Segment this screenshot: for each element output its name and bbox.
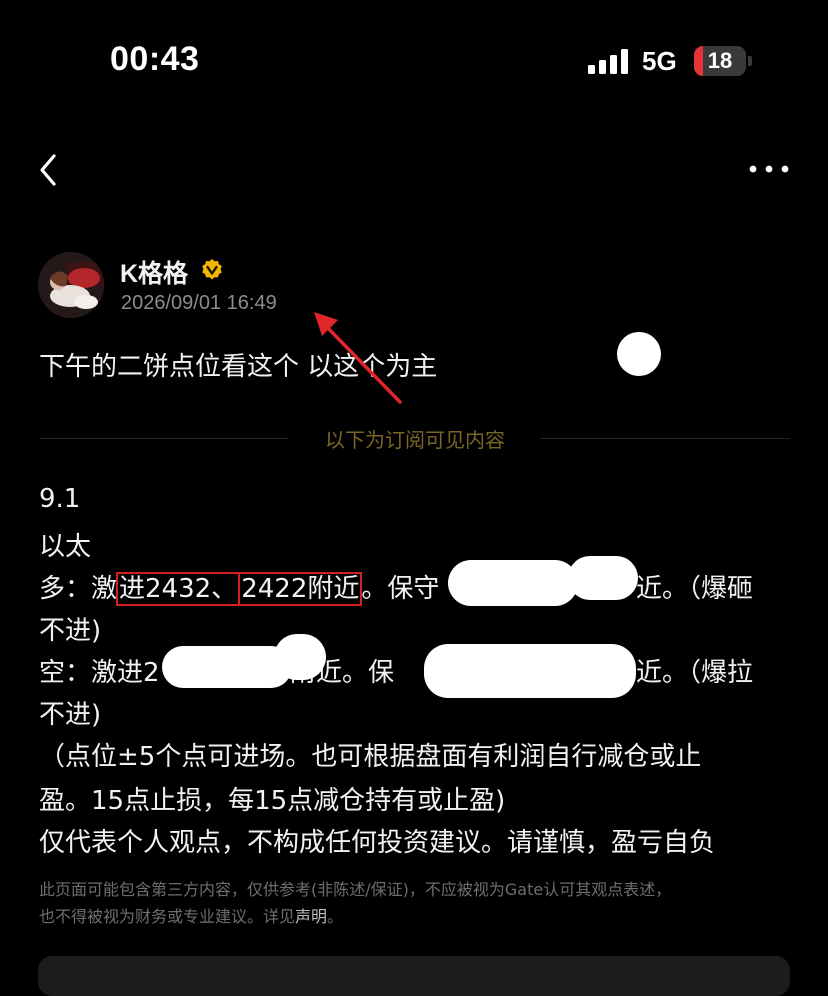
more-options-button[interactable] — [744, 152, 794, 186]
disclaimer-end: 。 — [327, 907, 344, 926]
redaction-blob-short-2 — [274, 634, 326, 680]
post-asset: 以太 — [39, 532, 92, 562]
redaction-blob-short-1 — [162, 646, 292, 688]
short-line-continued: 不进) — [39, 700, 102, 730]
entry-note-line-1: （点位±5个点可进场。也可根据盘面有利润自行减仓或止 — [39, 742, 702, 772]
bottom-action-bar[interactable] — [38, 956, 790, 996]
status-time: 00:43 — [110, 40, 200, 78]
disclaimer-text-2: 也不得被视为财务或专业建议。详见 — [39, 907, 296, 926]
annotation-arrow — [314, 312, 402, 404]
verified-badge-icon — [202, 259, 222, 280]
redaction-blob-long-2 — [568, 556, 638, 600]
redaction-blob-short-3 — [424, 644, 636, 698]
post-date: 9.1 — [39, 484, 81, 514]
subscriber-divider-label: 以下为订阅可见内容 — [325, 428, 505, 452]
disclaimer-line-1: 此页面可能包含第三方内容，仅供参考(非陈述/保证)，不应被视为Gate认可其观点… — [39, 880, 672, 899]
entry-note-line-2: 盈。15点止损，每15点减仓持有或止盈) — [39, 786, 506, 816]
status-bar: 00:43 5G 18 — [0, 0, 828, 120]
back-chevron-icon — [40, 154, 56, 186]
signal-icon — [588, 48, 630, 74]
disclaimer: 此页面可能包含第三方内容，仅供参考(非陈述/保证)，不应被视为Gate认可其观点… — [39, 876, 799, 930]
battery-percent: 18 — [707, 48, 733, 73]
divider-line-right — [540, 438, 790, 439]
post-detail-page: { "status_bar": { "time": "00:43", "netw… — [0, 0, 828, 996]
divider-line-left — [39, 438, 289, 439]
long-level-highlight-1: 进2432、 — [116, 572, 241, 606]
post-timestamp: 2026/09/01 16:49 — [121, 292, 277, 314]
battery-icon: 18 — [694, 46, 746, 76]
disclaimer-line-2: 也不得被视为财务或专业建议。详见声明。 — [39, 903, 799, 930]
back-button[interactable] — [30, 148, 70, 192]
network-label: 5G — [642, 46, 677, 76]
disclaimer-statement-link[interactable]: 声明 — [295, 907, 327, 926]
long-prefix: 多：激 — [39, 574, 118, 604]
avatar-image — [38, 252, 104, 318]
author-name[interactable]: K格格 — [120, 254, 188, 290]
redaction-dot — [617, 332, 661, 376]
author-avatar[interactable] — [38, 252, 104, 318]
battery-tip — [748, 56, 752, 66]
long-line-continued: 不进) — [39, 616, 102, 646]
long-line-end: 近。（爆砸 — [636, 574, 754, 604]
long-after: 。保守 — [361, 574, 440, 604]
risk-statement: 仅代表个人观点，不构成任何投资建议。请谨慎，盈亏自负 — [39, 828, 716, 858]
long-level-highlight-2: 2422附近 — [238, 572, 363, 606]
redaction-blob-long-1 — [448, 560, 578, 606]
more-ellipsis-icon — [749, 165, 789, 173]
short-line-end: 近。（爆拉 — [636, 658, 754, 688]
